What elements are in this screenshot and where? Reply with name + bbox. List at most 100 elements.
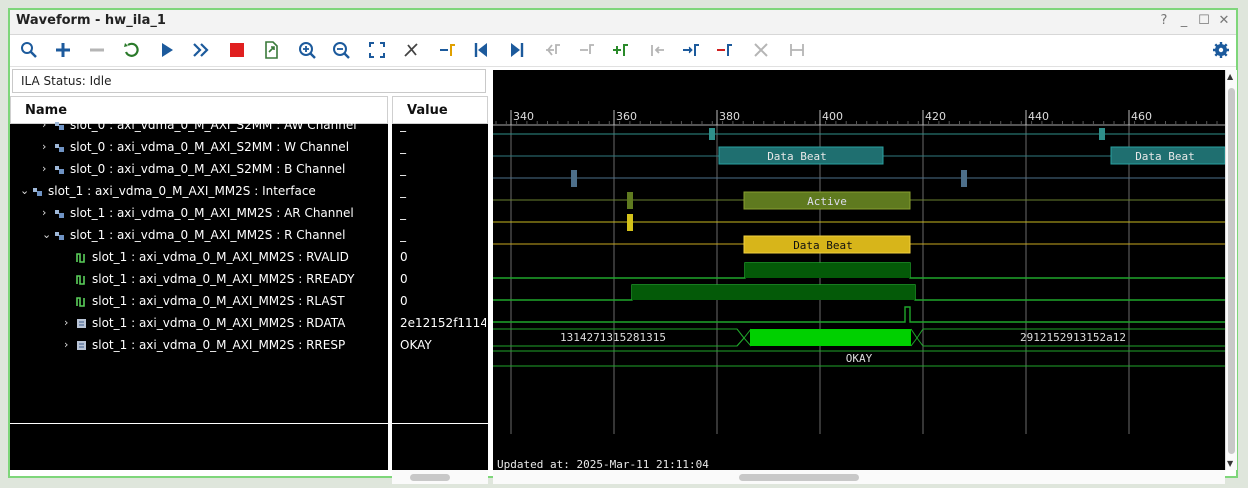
maximize-icon[interactable]: ☐	[1198, 13, 1210, 28]
w-beat-label: Data Beat	[1135, 150, 1195, 163]
signal-row[interactable]: › slot_1 : axi_vdma_0_M_AXI_MM2S : RRESP	[10, 336, 388, 358]
signal-value: 0	[400, 272, 408, 286]
signal-value: _	[400, 162, 406, 176]
signal-bit-icon	[76, 274, 87, 285]
prev-transition-icon[interactable]	[542, 39, 564, 61]
signal-value: 0	[400, 250, 408, 264]
signal-row[interactable]: › slot_1 : axi_vdma_0_M_AXI_MM2S : RDATA	[10, 314, 388, 336]
signal-row[interactable]: slot_1 : axi_vdma_0_M_AXI_MM2S : RVALID	[10, 248, 388, 270]
zoom-out-icon[interactable]	[330, 39, 352, 61]
gear-icon[interactable]	[1210, 39, 1232, 61]
vertical-scrollbar[interactable]: ▲ ▼	[1225, 70, 1237, 470]
active-label: Active	[807, 195, 847, 208]
aw-marker	[1099, 128, 1105, 140]
delete-marker-icon[interactable]	[714, 39, 736, 61]
b-marker	[961, 170, 967, 187]
rlast-trace	[493, 306, 1225, 323]
bus-icon	[76, 340, 87, 351]
signal-value: 2e12152f1114	[400, 316, 486, 330]
signal-row[interactable]: › slot_0 : axi_vdma_0_M_AXI_S2MM : W Chan…	[10, 138, 388, 160]
ila-status: ILA Status: Idle	[12, 69, 486, 93]
remove-icon[interactable]	[86, 39, 108, 61]
updated-timestamp: Updated at: 2025-Mar-11 21:11:04	[497, 458, 709, 470]
window-title: Waveform - hw_ila_1	[16, 13, 166, 28]
names-panel: Name › slot_0 : axi_vdma_0_M_AXI_S2MM : A…	[10, 96, 388, 470]
prev-marker-icon[interactable]	[646, 39, 668, 61]
goto-start-icon[interactable]	[470, 39, 492, 61]
signal-name: slot_0 : axi_vdma_0_M_AXI_S2MM : B Chann…	[70, 162, 346, 176]
signal-value: OKAY	[400, 338, 432, 352]
signal-name: slot_1 : axi_vdma_0_M_AXI_MM2S : RRESP	[92, 338, 346, 352]
signal-value: _	[400, 228, 406, 242]
signal-row[interactable]: › slot_0 : axi_vdma_0_M_AXI_S2MM : B Chan…	[10, 160, 388, 182]
rdata-value-right: 2912152913152a12	[1020, 331, 1126, 344]
signal-row[interactable]: › slot_0 : axi_vdma_0_M_AXI_S2MM : AW Cha…	[10, 116, 388, 138]
signal-row[interactable]: slot_1 : axi_vdma_0_M_AXI_MM2S : RLAST	[10, 292, 388, 314]
interface-icon	[32, 186, 43, 197]
signal-bit-icon	[76, 252, 87, 263]
signal-row[interactable]: ⌄ slot_1 : axi_vdma_0_M_AXI_MM2S : Interf…	[10, 182, 388, 204]
delete-all-markers-icon[interactable]	[750, 39, 772, 61]
signal-value: _	[400, 118, 406, 132]
interface-icon	[54, 164, 65, 175]
signal-name: slot_0 : axi_vdma_0_M_AXI_S2MM : W Chann…	[70, 140, 350, 154]
toolbar	[10, 36, 1236, 67]
refresh-icon[interactable]	[120, 39, 142, 61]
goto-end-icon[interactable]	[506, 39, 528, 61]
rresp-value: OKAY	[846, 352, 873, 365]
swap-markers-icon[interactable]	[786, 39, 808, 61]
chevron-down-icon[interactable]: ⌄	[42, 228, 51, 241]
signal-row[interactable]: › slot_1 : axi_vdma_0_M_AXI_MM2S : AR Cha…	[10, 204, 388, 226]
export-icon[interactable]	[260, 39, 282, 61]
rdata-burst	[750, 329, 911, 346]
signal-value: _	[400, 184, 406, 198]
rdata-value-left: 1314271315281315	[560, 331, 666, 344]
zoom-fit-icon[interactable]	[366, 39, 388, 61]
add-icon[interactable]	[52, 39, 74, 61]
w-beat-label: Data Beat	[767, 150, 827, 163]
signal-row[interactable]: ⌄ slot_1 : axi_vdma_0_M_AXI_MM2S : R Chan…	[10, 226, 388, 248]
add-marker-icon[interactable]	[610, 39, 632, 61]
cursor-tool-icon[interactable]	[400, 39, 422, 61]
signal-name: slot_1 : axi_vdma_0_M_AXI_MM2S : RVALID	[92, 250, 349, 264]
chevron-right-icon[interactable]: ›	[42, 162, 46, 175]
signal-name: slot_1 : axi_vdma_0_M_AXI_MM2S : R Chann…	[70, 228, 346, 242]
interface-marker	[627, 192, 633, 209]
minimize-icon[interactable]: _	[1178, 13, 1190, 28]
help-icon[interactable]: ?	[1158, 13, 1170, 28]
waveform-canvas[interactable]: 340 360 380 400 420 440 460 Data Beat Data Bea…	[493, 70, 1225, 470]
goto-cursor-icon[interactable]	[436, 39, 458, 61]
stop-icon[interactable]	[226, 39, 248, 61]
b-marker	[571, 170, 577, 187]
waveform-window: Waveform - hw_ila_1 ? _ ☐ ✕ ILA Status: …	[8, 8, 1238, 484]
zoom-in-icon[interactable]	[296, 39, 318, 61]
chevron-down-icon[interactable]: ⌄	[20, 184, 29, 197]
signal-bit-icon	[76, 296, 87, 307]
chevron-right-icon[interactable]: ›	[42, 140, 46, 153]
values-hscrollbar[interactable]	[392, 470, 488, 484]
interface-icon	[54, 230, 65, 241]
signal-value: _	[400, 140, 406, 154]
next-transition-icon[interactable]	[576, 39, 598, 61]
signal-name: slot_0 : axi_vdma_0_M_AXI_S2MM : AW Chan…	[70, 118, 357, 132]
bus-icon	[76, 318, 87, 329]
close-icon[interactable]: ✕	[1218, 13, 1230, 28]
chevron-right-icon[interactable]: ›	[42, 206, 46, 219]
ar-marker	[627, 214, 633, 231]
chevron-right-icon[interactable]: ›	[64, 338, 68, 351]
interface-icon	[54, 120, 65, 131]
search-icon[interactable]	[18, 39, 40, 61]
chevron-right-icon[interactable]: ›	[42, 118, 46, 131]
interface-icon	[54, 208, 65, 219]
signal-row[interactable]: slot_1 : axi_vdma_0_M_AXI_MM2S : RREADY	[10, 270, 388, 292]
vertical-scroll-thumb[interactable]	[1228, 88, 1235, 454]
r-beat-label: Data Beat	[793, 239, 853, 252]
interface-icon	[54, 142, 65, 153]
chevron-right-icon[interactable]: ›	[64, 316, 68, 329]
divider	[10, 423, 388, 424]
signal-value: _	[400, 206, 406, 220]
run-trigger-icon[interactable]	[156, 39, 178, 61]
waveform-hscrollbar[interactable]	[493, 470, 1225, 484]
next-marker-icon[interactable]	[680, 39, 702, 61]
run-immediate-icon[interactable]	[190, 39, 212, 61]
